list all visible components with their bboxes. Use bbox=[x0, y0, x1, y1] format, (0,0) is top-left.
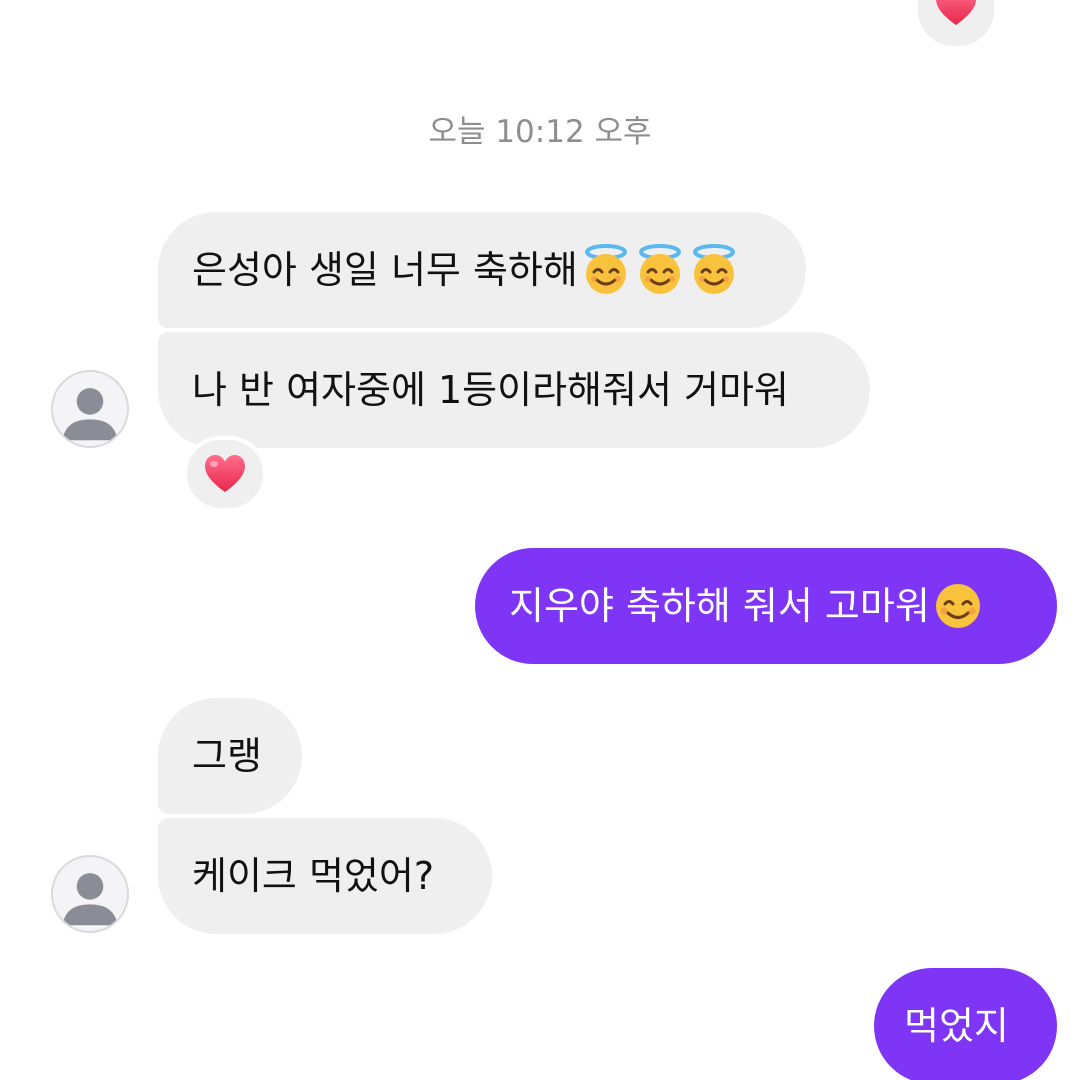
default-profile-icon bbox=[62, 873, 118, 926]
outgoing-message-bubble[interactable]: 지우야 축하해 줘서 고마워 bbox=[475, 548, 1057, 664]
chat-thread: 오늘 10:12 오후 은성아 생일 너무 축하해 나 반 여자중에 1등이라해… bbox=[0, 0, 1080, 1080]
heart-icon bbox=[205, 455, 245, 492]
message-text: 그랭 bbox=[192, 734, 262, 778]
incoming-message-bubble[interactable]: 케이크 먹었어? bbox=[158, 818, 492, 934]
halo-smile-emoji-icon bbox=[692, 244, 735, 294]
avatar[interactable] bbox=[51, 370, 129, 448]
heart-icon bbox=[936, 0, 976, 25]
message-text: 먹었지 bbox=[904, 1004, 1009, 1048]
incoming-message-bubble[interactable]: 그랭 bbox=[158, 698, 302, 814]
incoming-message-bubble[interactable]: 은성아 생일 너무 축하해 bbox=[158, 212, 806, 328]
default-profile-icon bbox=[62, 388, 118, 441]
avatar[interactable] bbox=[51, 855, 129, 933]
halo-smile-emoji-icon bbox=[638, 244, 681, 294]
message-text: 케이크 먹었어? bbox=[192, 854, 435, 898]
halo-smile-emoji-icon bbox=[584, 244, 627, 294]
smiling-face-emoji-icon bbox=[935, 584, 980, 628]
message-reaction[interactable] bbox=[914, 0, 998, 50]
message-text: 나 반 여자중에 1등이라해줘서 거마워 bbox=[192, 368, 789, 412]
message-text: 지우야 축하해 줘서 고마워 bbox=[509, 584, 930, 628]
timestamp: 오늘 10:12 오후 bbox=[428, 114, 652, 150]
outgoing-message-bubble[interactable]: 먹었지 bbox=[874, 968, 1057, 1080]
message-reaction[interactable] bbox=[183, 436, 267, 512]
incoming-message-bubble[interactable]: 나 반 여자중에 1등이라해줘서 거마워 bbox=[158, 332, 870, 448]
message-text: 은성아 생일 너무 축하해 bbox=[192, 248, 578, 292]
